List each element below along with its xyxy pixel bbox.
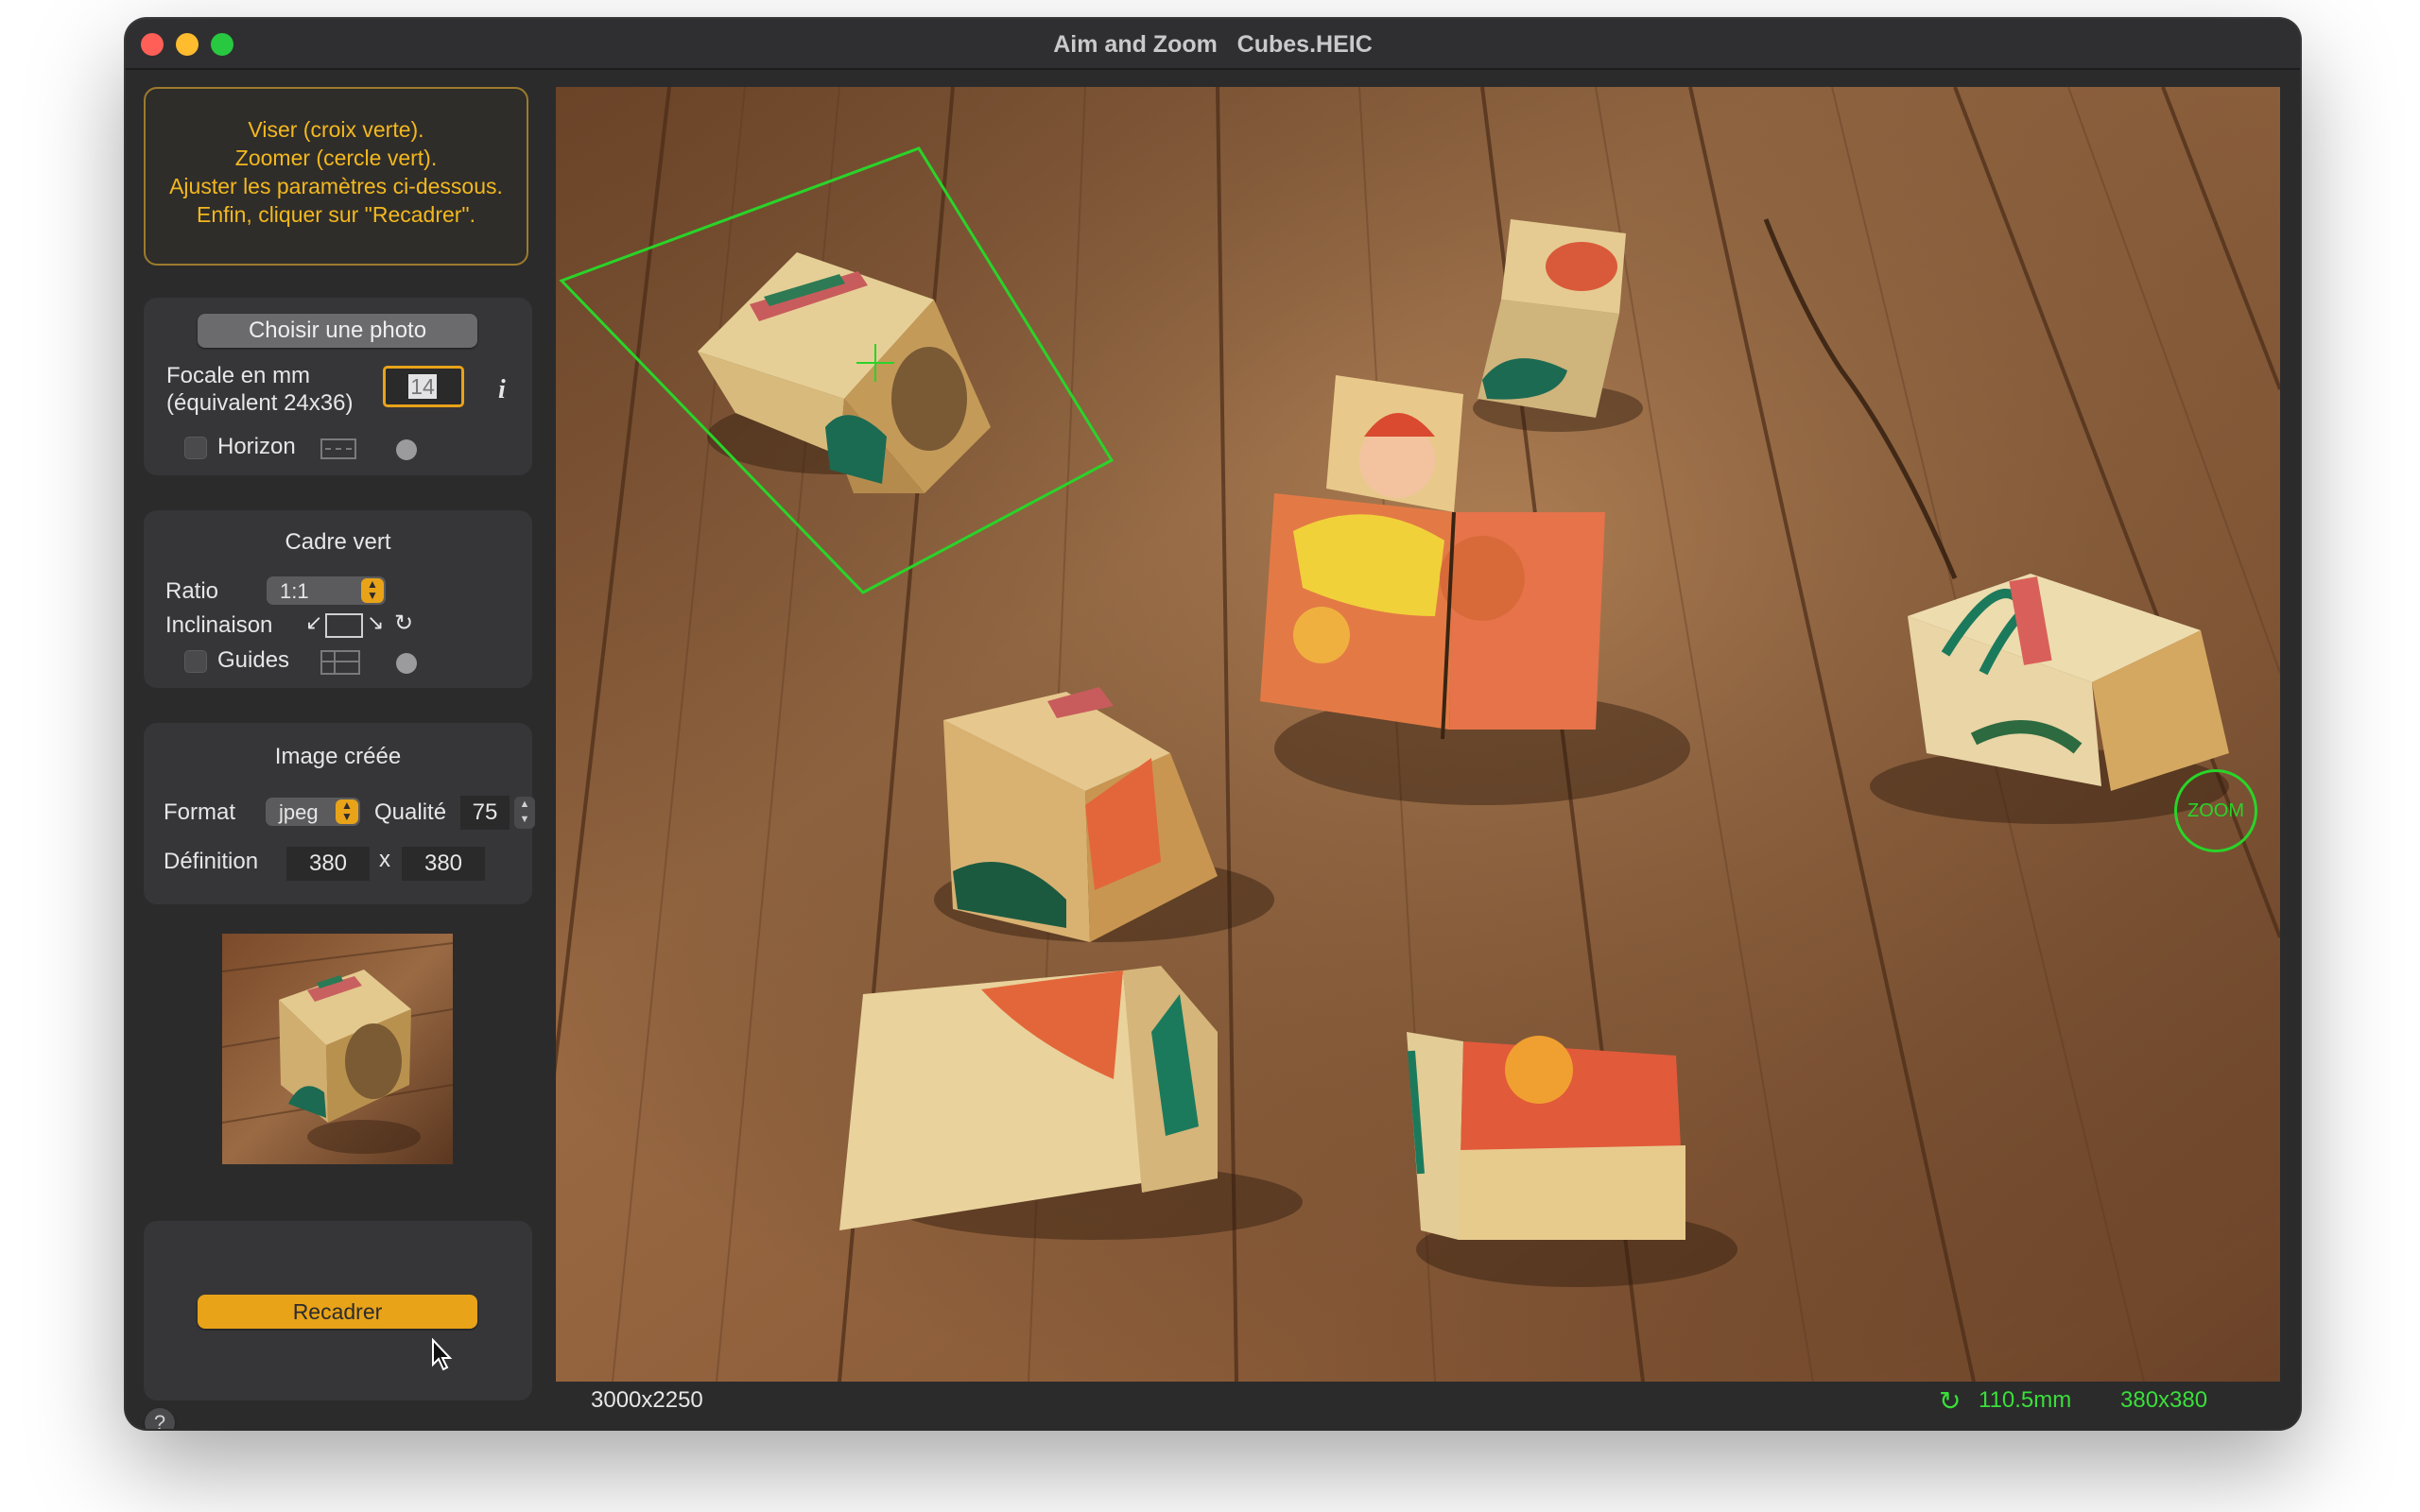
instruction-line: Zoomer (cercle vert). — [234, 146, 438, 170]
times-sign: x — [379, 847, 390, 872]
focal-input[interactable]: 14 — [408, 374, 437, 399]
quality-stepper[interactable]: ▲ ▼ — [514, 797, 535, 829]
format-value: jpeg — [279, 800, 319, 824]
output-size-status: 380x380 — [2120, 1387, 2208, 1413]
help-glyph: ? — [153, 1411, 166, 1429]
format-label: Format — [164, 799, 236, 825]
crop-button[interactable]: Recadrer — [198, 1295, 477, 1329]
mouse-pointer-icon — [432, 1338, 453, 1371]
ratio-label: Ratio — [165, 578, 219, 604]
instruction-line: Enfin, cliquer sur "Recadrer". — [196, 202, 475, 227]
height-field[interactable]: 380 — [402, 847, 485, 881]
guides-label: Guides — [217, 647, 290, 673]
instruction-line: Viser (croix verte). — [248, 117, 424, 142]
choose-photo-button[interactable]: Choisir une photo — [198, 314, 477, 348]
title-bar: Aim and Zoom Cubes.HEIC — [126, 19, 2300, 70]
grid-icon — [320, 650, 360, 675]
chevron-updown-icon: ▲ ▼ — [336, 799, 358, 824]
rotation-icon[interactable]: ↻ — [1939, 1385, 1961, 1417]
guides-checkbox[interactable] — [184, 650, 207, 673]
instruction-line: Ajuster les paramètres ci-dessous. — [169, 174, 503, 198]
quality-field[interactable]: 75 — [460, 796, 510, 830]
frame-rectangle-icon — [325, 613, 363, 638]
window-title: Aim and Zoom Cubes.HEIC — [1053, 31, 1373, 58]
horizon-label: Horizon — [217, 434, 296, 459]
reset-rotation-icon[interactable]: ↻ — [394, 610, 413, 637]
zoom-handle[interactable]: ZOOM — [2174, 769, 2257, 852]
tilt-left-icon[interactable]: ↙ — [305, 610, 322, 635]
info-icon[interactable]: i — [498, 375, 506, 405]
focal-equivalent-label: (équivalent 24x36) — [166, 390, 354, 416]
output-panel-heading: Image créée — [274, 744, 402, 769]
ratio-select[interactable]: 1:1 ▲ ▼ — [267, 576, 386, 605]
zoom-handle-label: ZOOM — [2187, 800, 2244, 821]
width-field[interactable]: 380 — [286, 847, 370, 881]
preview-thumbnail — [222, 934, 453, 1164]
crop-panel: Recadrer — [144, 1221, 532, 1400]
focal-label: Focale en mm — [166, 363, 311, 388]
definition-label: Définition — [164, 849, 259, 874]
format-select[interactable]: jpeg ▲ ▼ — [266, 798, 360, 826]
guides-color-dot[interactable] — [396, 653, 417, 674]
chevron-updown-icon: ▲ ▼ — [361, 578, 384, 603]
horizon-line-icon — [320, 438, 356, 459]
focal-input-frame: 14 — [383, 366, 464, 407]
tilt-label: Inclinaison — [165, 612, 273, 638]
tilt-right-icon[interactable]: ↘ — [367, 610, 384, 635]
photo-canvas[interactable]: ZOOM — [556, 87, 2280, 1382]
quality-label: Qualité — [374, 799, 447, 825]
image-size-status: 3000x2250 — [591, 1387, 703, 1413]
help-button[interactable]: ? — [145, 1408, 175, 1429]
instructions-box: Viser (croix verte). Zoomer (cercle vert… — [144, 87, 528, 266]
focal-result-status: 110.5mm — [1979, 1387, 2072, 1413]
horizon-checkbox[interactable] — [184, 437, 207, 459]
ratio-value: 1:1 — [280, 579, 309, 603]
app-window: Aim and Zoom Cubes.HEIC Viser (croix ver… — [126, 19, 2300, 1429]
cubes-photo — [556, 87, 2280, 1382]
horizon-color-dot[interactable] — [396, 439, 417, 460]
source-panel: Choisir une photo Focale en mm (équivale… — [144, 298, 532, 475]
frame-panel: Cadre vert Ratio 1:1 ▲ ▼ Inclinaison ↙ ↘ … — [144, 510, 532, 688]
preview-image — [222, 934, 453, 1164]
output-panel: Image créée Format jpeg ▲ ▼ Qualité 75 ▲ ▼… — [144, 723, 535, 904]
frame-panel-heading: Cadre vert — [285, 529, 391, 555]
